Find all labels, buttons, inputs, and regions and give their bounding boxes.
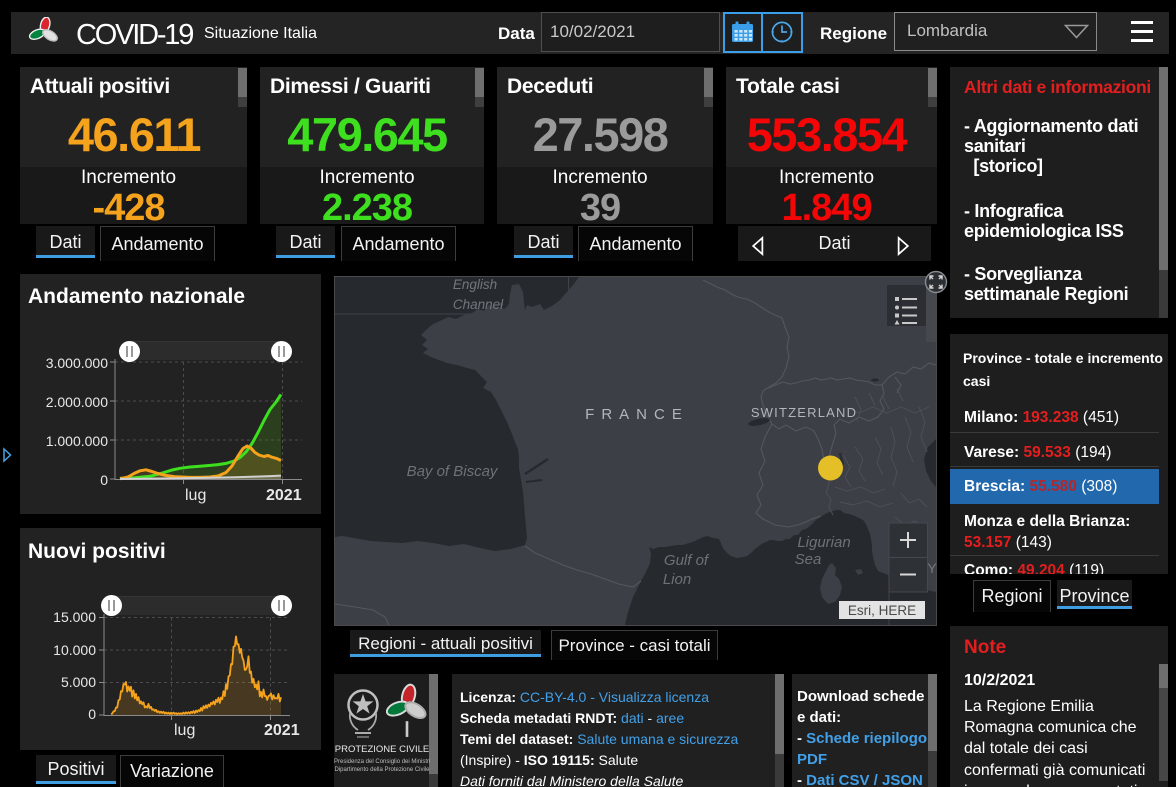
svg-text:SWITZERLAND: SWITZERLAND	[751, 405, 857, 420]
svg-text:FRANCE: FRANCE	[585, 406, 689, 423]
svg-text:Esri, HERE: Esri, HERE	[848, 603, 916, 618]
svg-text:Channel: Channel	[453, 297, 504, 312]
svg-text:Y: Y	[927, 560, 936, 576]
svg-text:Lion: Lion	[663, 571, 691, 588]
svg-text:Ligurian: Ligurian	[797, 534, 850, 551]
svg-text:Sea: Sea	[795, 551, 822, 568]
svg-text:English: English	[453, 277, 497, 292]
svg-text:Gulf of: Gulf of	[664, 552, 710, 569]
svg-text:Bay of Biscay: Bay of Biscay	[407, 463, 499, 480]
